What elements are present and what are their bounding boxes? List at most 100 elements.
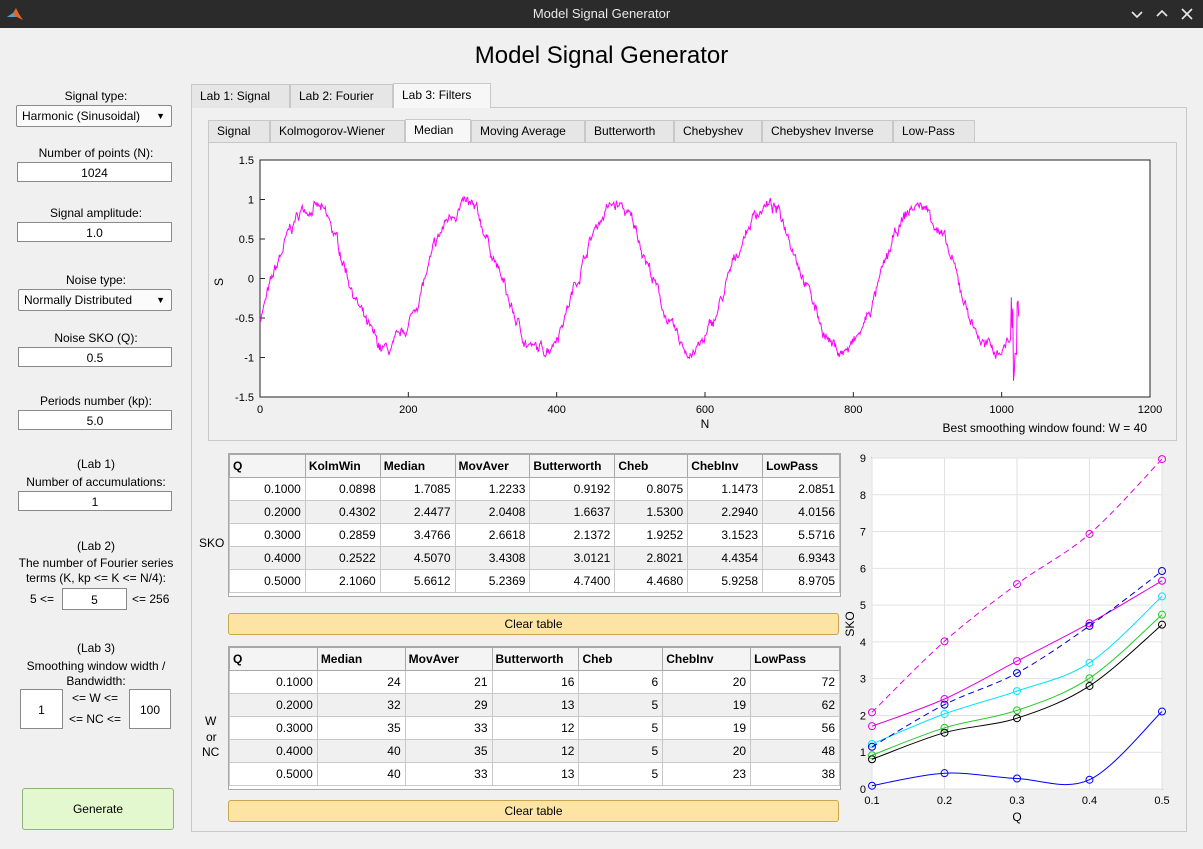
amplitude-input[interactable]: 1.0 xyxy=(17,222,172,242)
table-cell[interactable]: 2.0408 xyxy=(454,500,531,524)
table-cell[interactable]: 2.2940 xyxy=(687,500,764,524)
close-icon[interactable] xyxy=(1178,5,1196,23)
generate-button[interactable]: Generate xyxy=(22,788,174,830)
subtab-chebyshev[interactable]: Chebyshev xyxy=(674,120,762,142)
table-cell[interactable]: 6.9343 xyxy=(762,546,840,570)
tab-lab3-filters[interactable]: Lab 3: Filters xyxy=(393,83,491,108)
table-cell[interactable]: 5.9258 xyxy=(687,569,764,593)
table-cell[interactable]: 23 xyxy=(662,762,752,786)
table-cell[interactable]: 1.1473 xyxy=(687,477,764,501)
fourier-terms-input[interactable]: 5 xyxy=(62,588,127,610)
table-cell[interactable]: 62 xyxy=(750,693,840,717)
table-cell[interactable]: 2.1372 xyxy=(529,523,616,547)
table-cell[interactable]: 0.3000 xyxy=(229,716,318,740)
table-cell[interactable]: 5 xyxy=(578,762,664,786)
table-row[interactable]: 0.2000 0.4302 2.4477 2.0408 1.6637 1.5300 2.29… xyxy=(229,500,840,524)
subtab-median[interactable]: Median xyxy=(405,119,471,142)
table-row[interactable]: 0.4000 0.2522 4.5070 3.4308 3.0121 2.8021 4.43… xyxy=(229,546,840,570)
table-cell[interactable]: 0.0898 xyxy=(304,477,381,501)
table-cell[interactable]: 13 xyxy=(491,693,580,717)
table-row[interactable]: 0.5000 40 33 13 5 23 38 xyxy=(229,762,840,786)
subtab-kolmogorov-wiener[interactable]: Kolmogorov-Wiener xyxy=(270,120,405,142)
table-cell[interactable]: 5 xyxy=(578,739,664,763)
table-cell[interactable]: 0.2000 xyxy=(229,693,318,717)
table-cell[interactable]: 2.0851 xyxy=(762,477,840,501)
table-row[interactable]: 0.1000 0.0898 1.7085 1.2233 0.9192 0.8075 1.14… xyxy=(229,477,840,501)
table-cell[interactable]: 4.7400 xyxy=(529,569,616,593)
table-cell[interactable]: 4.4354 xyxy=(687,546,764,570)
table-cell[interactable]: 4.0156 xyxy=(762,500,840,524)
table-cell[interactable]: 32 xyxy=(316,693,406,717)
table-cell[interactable]: 33 xyxy=(404,716,493,740)
table-cell[interactable]: 1.5300 xyxy=(614,500,689,524)
table-cell[interactable]: 20 xyxy=(662,670,752,694)
table-row[interactable]: 0.3000 0.2859 3.4766 2.6618 2.1372 1.9252 3.15… xyxy=(229,523,840,547)
table-cell[interactable]: 56 xyxy=(750,716,840,740)
table-cell[interactable]: 3.4766 xyxy=(379,523,456,547)
table-cell[interactable]: 35 xyxy=(316,716,406,740)
noise-type-dropdown[interactable]: Normally Distributed ▼ xyxy=(18,289,172,311)
table-row[interactable]: 0.5000 2.1060 5.6612 5.2369 4.7400 4.4680 5.92… xyxy=(229,569,840,593)
table-cell[interactable]: 13 xyxy=(491,762,580,786)
table-cell[interactable]: 3.1523 xyxy=(687,523,764,547)
table-cell[interactable]: 2.8021 xyxy=(614,546,689,570)
table-cell[interactable]: 6 xyxy=(578,670,664,694)
clear-sko-table-button[interactable]: Clear table xyxy=(228,613,839,635)
sko-chart[interactable]: 0.1 0.2 0.3 0.4 0.5 0 1 2 3 4 5 6 7 8 9 SKO Q xyxy=(840,446,1180,830)
table-cell[interactable]: 5.5716 xyxy=(762,523,840,547)
table-cell[interactable]: 3.4308 xyxy=(454,546,531,570)
table-cell[interactable]: 0.2859 xyxy=(304,523,381,547)
table-cell[interactable]: 40 xyxy=(316,739,406,763)
table-cell[interactable]: 12 xyxy=(491,716,580,740)
table-cell[interactable]: 0.4000 xyxy=(229,739,318,763)
table-cell[interactable]: 0.4000 xyxy=(229,546,306,570)
table-cell[interactable]: 5.6612 xyxy=(379,569,456,593)
table-cell[interactable]: 16 xyxy=(491,670,580,694)
table-cell[interactable]: 35 xyxy=(404,739,493,763)
tab-lab1-signal[interactable]: Lab 1: Signal xyxy=(191,84,290,108)
chevron-up-icon[interactable] xyxy=(1153,5,1171,23)
table-row[interactable]: 0.4000 40 35 12 5 20 48 xyxy=(229,739,840,763)
table-cell[interactable]: 72 xyxy=(750,670,840,694)
table-cell[interactable]: 1.6637 xyxy=(529,500,616,524)
table-cell[interactable]: 0.3000 xyxy=(229,523,306,547)
signal-type-dropdown[interactable]: Harmonic (Sinusoidal) ▼ xyxy=(16,105,172,127)
table-cell[interactable]: 19 xyxy=(662,693,752,717)
subtab-moving-average[interactable]: Moving Average xyxy=(471,120,585,142)
table-cell[interactable]: 1.7085 xyxy=(379,477,456,501)
table-cell[interactable]: 0.4302 xyxy=(304,500,381,524)
table-row[interactable]: 0.1000 24 21 16 6 20 72 xyxy=(229,670,840,694)
table-cell[interactable]: 5.2369 xyxy=(454,569,531,593)
noise-sko-input[interactable]: 0.5 xyxy=(18,347,172,367)
table-cell[interactable]: 2.4477 xyxy=(379,500,456,524)
table-cell[interactable]: 21 xyxy=(404,670,493,694)
table-cell[interactable]: 48 xyxy=(750,739,840,763)
table-cell[interactable]: 3.0121 xyxy=(529,546,616,570)
table-cell[interactable]: 5 xyxy=(578,693,664,717)
tab-lab2-fourier[interactable]: Lab 2: Fourier xyxy=(290,84,393,108)
points-input[interactable]: 1024 xyxy=(17,162,172,182)
table-cell[interactable]: 1.9252 xyxy=(614,523,689,547)
w-max-input[interactable]: 100 xyxy=(129,689,171,729)
table-cell[interactable]: 24 xyxy=(316,670,406,694)
signal-plot[interactable]: 0 200 400 600 800 1000 1200 1.5 1 0.5 0 -0.5 -1 -1.5… xyxy=(209,143,1174,438)
chevron-down-icon[interactable] xyxy=(1128,5,1146,23)
table-cell[interactable]: 0.5000 xyxy=(229,762,318,786)
table-cell[interactable]: 38 xyxy=(750,762,840,786)
table-cell[interactable]: 40 xyxy=(316,762,406,786)
periods-input[interactable]: 5.0 xyxy=(18,410,172,430)
table-cell[interactable]: 0.8075 xyxy=(614,477,689,501)
table-cell[interactable]: 0.1000 xyxy=(229,477,306,501)
subtab-butterworth[interactable]: Butterworth xyxy=(585,120,674,142)
table-cell[interactable]: 19 xyxy=(662,716,752,740)
table-cell[interactable]: 20 xyxy=(662,739,752,763)
table-row[interactable]: 0.2000 32 29 13 5 19 62 xyxy=(229,693,840,717)
table-cell[interactable]: 4.5070 xyxy=(379,546,456,570)
subtab-signal[interactable]: Signal xyxy=(208,120,270,142)
w-min-input[interactable]: 1 xyxy=(20,689,63,729)
table-cell[interactable]: 12 xyxy=(491,739,580,763)
table-cell[interactable]: 1.2233 xyxy=(454,477,531,501)
table-cell[interactable]: 0.1000 xyxy=(229,670,318,694)
subtab-low-pass[interactable]: Low-Pass xyxy=(893,120,975,142)
clear-w-table-button[interactable]: Clear table xyxy=(228,800,839,822)
